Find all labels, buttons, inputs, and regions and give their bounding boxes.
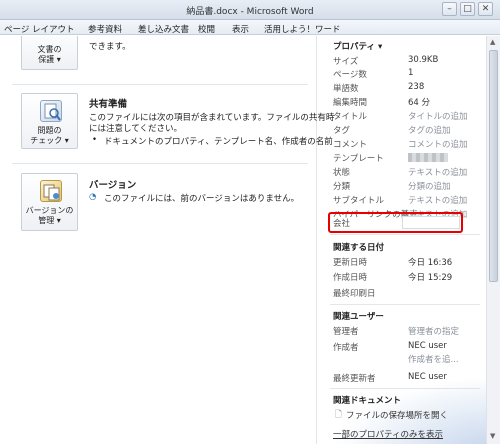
versions-button-line1: バージョンの (25, 206, 74, 215)
date-modified-label: 更新日時 (333, 258, 368, 268)
related-dates-header: 関連する日付 (333, 243, 385, 253)
scrollbar-thumb[interactable] (489, 50, 498, 282)
inspect-document-icon (40, 100, 62, 122)
no-versions-icon: ◔ (89, 192, 97, 202)
tab-view[interactable]: 表示 (232, 23, 249, 35)
section-separator (330, 304, 480, 305)
protect-text: できます。 (89, 42, 131, 52)
prop-status-field[interactable]: テキストの追加 (408, 166, 467, 178)
minimize-button[interactable]: – (442, 2, 457, 16)
maximize-button[interactable]: □ (460, 2, 475, 16)
prop-category-label: 分類 (333, 182, 351, 192)
prop-comments-field[interactable]: コメントの追加 (408, 138, 468, 150)
scroll-down-arrow-icon[interactable]: ▼ (490, 432, 495, 440)
date-created-value: 今日 15:29 (408, 273, 453, 283)
section-separator (12, 84, 308, 85)
highlight-box (328, 212, 463, 233)
show-fewer-properties-link[interactable]: 一部のプロパティのみを表示 (333, 428, 443, 440)
prepare-text-line2: には注意してください。 (89, 124, 182, 134)
author-value[interactable]: NEC user (408, 341, 447, 351)
bullet-icon: • (92, 135, 98, 145)
prop-tags-field[interactable]: タグの追加 (408, 124, 451, 136)
add-author-field[interactable]: 作成者を追... (408, 353, 459, 365)
folder-icon: 🗋 (335, 410, 342, 420)
date-created-label: 作成日時 (333, 273, 368, 283)
backstage-info-panel: 文書の 保護 ▾ できます。 問題の チェック ▾ 共有準備 このファイルには次… (0, 36, 486, 444)
check-button-line2: チェック ▾ (30, 136, 69, 145)
manager-label: 管理者 (333, 327, 359, 337)
tab-mailings[interactable]: 差し込み文書 (138, 23, 189, 35)
versions-icon (40, 180, 62, 202)
prop-size-value: 30.9KB (408, 55, 439, 65)
versions-text: このファイルには、前のバージョンはありません。 (104, 194, 300, 204)
prop-edit-time-label: 編集時間 (333, 98, 368, 108)
prop-category-field[interactable]: 分類の追加 (408, 180, 451, 192)
tab-page-layout[interactable]: ページ レイアウト (4, 23, 75, 35)
check-issues-button[interactable]: 問題の チェック ▾ (21, 93, 78, 149)
author-label: 作成者 (333, 343, 359, 353)
prop-template-value-blurred (408, 153, 448, 162)
open-file-location-link[interactable]: ファイルの保存場所を開く (346, 409, 448, 421)
check-button-line1: 問題の (37, 126, 62, 135)
tab-review[interactable]: 校閲 (198, 23, 215, 35)
related-documents-header: 関連ドキュメント (333, 396, 402, 406)
scroll-up-arrow-icon[interactable]: ▲ (490, 38, 495, 46)
section-separator (330, 234, 480, 235)
window-title: 納品書.docx - Microsoft Word (186, 7, 314, 17)
prop-size-label: サイズ (333, 57, 359, 67)
prop-title-label: タイトル (333, 112, 368, 122)
prop-words-label: 単語数 (333, 84, 359, 94)
close-button[interactable]: ✕ (478, 2, 493, 16)
prop-title-field[interactable]: タイトルの追加 (408, 110, 468, 122)
section-separator (12, 163, 308, 164)
prop-subtitle-field[interactable]: テキストの追加 (408, 194, 467, 206)
prop-comments-label: コメント (333, 140, 368, 150)
prop-words-value: 238 (408, 82, 425, 92)
date-modified-value: 今日 16:36 (408, 258, 453, 268)
protect-button-line1: 文書の (37, 45, 62, 54)
properties-header[interactable]: プロパティ ▾ (333, 40, 382, 52)
manager-field[interactable]: 管理者の指定 (408, 325, 459, 337)
tab-word-tips[interactable]: 活用しよう！ワード (264, 23, 341, 35)
versions-button-line2: 管理 ▾ (38, 216, 61, 225)
prepare-title: 共有準備 (89, 99, 128, 110)
ribbon-tabs: ページ レイアウト 参考資料 差し込み文書 校閲 表示 活用しよう！ワード (0, 20, 500, 35)
manage-versions-button[interactable]: バージョンの 管理 ▾ (21, 173, 78, 231)
tab-references[interactable]: 参考資料 (88, 23, 122, 35)
prop-edit-time-value: 64 分 (408, 98, 431, 108)
prepare-bullet: ドキュメントのプロパティ、テンプレート名、作成者の名前 (104, 137, 333, 147)
prop-pages-label: ページ数 (333, 70, 367, 80)
prop-status-label: 状態 (333, 168, 351, 178)
prop-template-label: テンプレート (333, 154, 384, 164)
prop-tags-label: タグ (333, 126, 351, 136)
panel-divider (316, 36, 317, 444)
vertical-scrollbar[interactable]: ▲ ▼ (486, 36, 500, 444)
versions-title: バージョン (89, 180, 137, 191)
prop-pages-value: 1 (408, 68, 414, 78)
date-printed-label: 最終印刷日 (333, 289, 376, 299)
protect-document-button[interactable]: 文書の 保護 ▾ (21, 36, 78, 70)
related-people-header: 関連ユーザー (333, 312, 384, 322)
protect-button-line2: 保護 ▾ (38, 55, 61, 64)
prop-subtitle-label: サブタイトル (333, 196, 385, 206)
title-bar: 納品書.docx - Microsoft Word – □ ✕ (0, 0, 500, 20)
